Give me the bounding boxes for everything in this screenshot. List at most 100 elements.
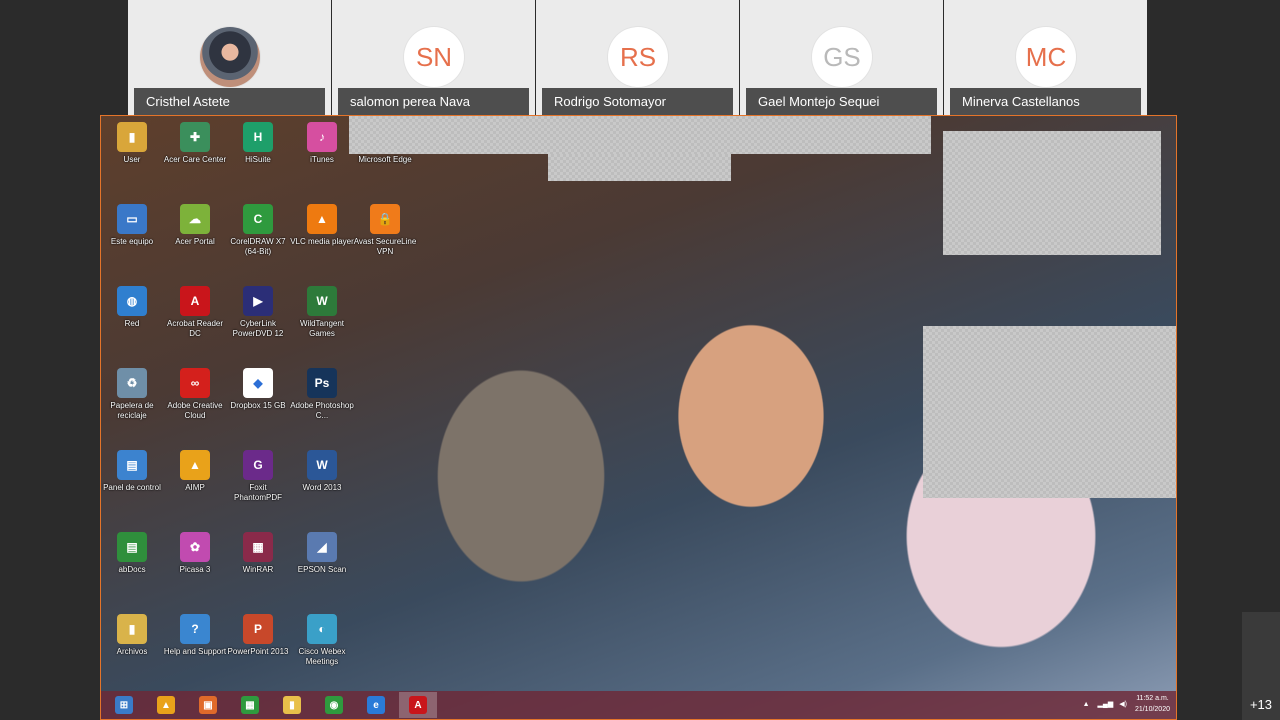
photoshop-icon: Ps xyxy=(307,368,337,398)
taskbar-explorer-button[interactable]: ▮ xyxy=(273,692,311,718)
participant-tile[interactable]: SN salomon perea Nava xyxy=(332,0,535,115)
desktop-icon[interactable]: ✚ Acer Care Center xyxy=(162,122,228,165)
dropbox-icon: ◆ xyxy=(243,368,273,398)
taskbar-media-button[interactable]: ▣ xyxy=(189,692,227,718)
taskbar-chrome-button[interactable]: ◉ xyxy=(315,692,353,718)
powerpoint-icon: P xyxy=(243,614,273,644)
participant-tile[interactable]: MC Minerva Castellanos xyxy=(944,0,1147,115)
desktop-icon-label: Panel de control xyxy=(103,483,161,492)
desktop-icon[interactable]: W Word 2013 xyxy=(289,450,355,493)
desktop-icon[interactable]: ▤ Panel de control xyxy=(101,450,165,493)
taskbar-start-button[interactable]: ⊞ xyxy=(105,692,143,718)
desktop-icon-label: abDocs xyxy=(118,565,146,574)
acrobat-icon: A xyxy=(409,696,427,714)
redacted-region xyxy=(349,116,931,154)
desktop-icon[interactable]: W WildTangent Games xyxy=(289,286,355,339)
desktop-icon[interactable]: ◢ EPSON Scan xyxy=(289,532,355,575)
recycle-bin-icon: ♻ xyxy=(117,368,147,398)
network-icon[interactable]: ▂▄▆ xyxy=(1098,700,1114,708)
desktop-icon-label: iTunes xyxy=(310,155,334,164)
taskbar-apps: ⊞ ▲ ▣ ▦ ▮ ◉ e A xyxy=(105,692,441,718)
desktop-icon[interactable]: ▤ abDocs xyxy=(101,532,165,575)
desktop-icon-label: Help and Support xyxy=(163,647,227,656)
itunes-icon: ♪ xyxy=(307,122,337,152)
participant-tile[interactable]: Cristhel Astete xyxy=(128,0,331,115)
desktop-icon[interactable]: ∞ Adobe Creative Cloud xyxy=(162,368,228,421)
chevron-up-icon[interactable]: ▲ xyxy=(1083,701,1090,708)
clock-time: 11:52 a.m. xyxy=(1136,695,1169,702)
desktop-icon-label: VLC media player xyxy=(290,237,354,246)
acer-care-icon: ✚ xyxy=(180,122,210,152)
system-tray: ▲ ▂▄▆ ◀) 11:52 a.m. 21/10/2020 xyxy=(1083,693,1170,715)
desktop-icon-label: CorelDRAW X7 (64-Bit) xyxy=(230,237,286,256)
hisuite-icon: H xyxy=(243,122,273,152)
desktop-icon[interactable]: ▲ VLC media player xyxy=(289,204,355,247)
desktop-icon[interactable]: ▮ User xyxy=(101,122,165,165)
desktop-icon[interactable]: ▦ WinRAR xyxy=(225,532,291,575)
desktop-icon[interactable]: C CorelDRAW X7 (64-Bit) xyxy=(225,204,291,257)
desktop-icon-label: Word 2013 xyxy=(302,483,342,492)
desktop-icon-label: HiSuite xyxy=(245,155,271,164)
participant-tile[interactable]: RS Rodrigo Sotomayor xyxy=(536,0,739,115)
taskbar-acrobat-button[interactable]: A xyxy=(399,692,437,718)
taskbar-store-button[interactable]: ▦ xyxy=(231,692,269,718)
desktop-icon[interactable]: ▶ CyberLink PowerDVD 12 xyxy=(225,286,291,339)
desktop-icon-label: Este equipo xyxy=(110,237,154,246)
computer-icon: ▭ xyxy=(117,204,147,234)
more-participants-button[interactable]: +13 xyxy=(1242,612,1280,720)
vlc-icon: ▲ xyxy=(307,204,337,234)
desktop-icon-label: CyberLink PowerDVD 12 xyxy=(232,319,284,338)
desktop-icon[interactable]: ▲ AIMP xyxy=(162,450,228,493)
acrobat-icon: A xyxy=(180,286,210,316)
desktop-icon-label: Avast SecureLine VPN xyxy=(353,237,417,256)
desktop-icon[interactable]: A Acrobat Reader DC xyxy=(162,286,228,339)
desktop-icon[interactable]: 🔒 Avast SecureLine VPN xyxy=(352,204,418,257)
desktop-icon[interactable]: ◐ Cisco Webex Meetings xyxy=(289,614,355,667)
desktop-icon-label: Foxit PhantomPDF xyxy=(233,483,283,502)
aimp-icon: ▲ xyxy=(157,696,175,714)
epson-scan-icon: ◢ xyxy=(307,532,337,562)
desktop-icon[interactable]: ▮ Archivos xyxy=(101,614,165,657)
redacted-region xyxy=(548,154,731,181)
winrar-icon: ▦ xyxy=(243,532,273,562)
desktop-icon[interactable]: H HiSuite xyxy=(225,122,291,165)
avatar: MC xyxy=(1016,27,1076,87)
desktop-icon[interactable]: ▭ Este equipo xyxy=(101,204,165,247)
desktop-icon[interactable]: ♻ Papelera de reciclaje xyxy=(101,368,165,421)
desktop-icon[interactable]: G Foxit PhantomPDF xyxy=(225,450,291,503)
wildtangent-icon: W xyxy=(307,286,337,316)
acer-portal-icon: ☁ xyxy=(180,204,210,234)
desktop-icon-label: PowerPoint 2013 xyxy=(227,647,289,656)
help-icon: ? xyxy=(180,614,210,644)
participant-name: Minerva Castellanos xyxy=(950,88,1141,115)
desktop-icon[interactable]: ♪ iTunes xyxy=(289,122,355,165)
participant-name: Gael Montejo Sequei xyxy=(746,88,937,115)
desktop-icon-label: Acrobat Reader DC xyxy=(166,319,224,338)
desktop-icon-label: Adobe Photoshop C... xyxy=(290,401,354,420)
desktop-icon-label: Archivos xyxy=(116,647,148,656)
clock[interactable]: 11:52 a.m. 21/10/2020 xyxy=(1135,693,1170,715)
desktop-icon[interactable]: ✿ Picasa 3 xyxy=(162,532,228,575)
shared-screen: ▮ User ▭ Este equipo ◍ Red ♻ Papelera de recicl… xyxy=(100,115,1177,720)
desktop-icon-label: Red xyxy=(124,319,140,328)
desktop-icon-label: Picasa 3 xyxy=(179,565,211,574)
creative-cloud-icon: ∞ xyxy=(180,368,210,398)
avatar: GS xyxy=(812,27,872,87)
desktop-icon[interactable]: ? Help and Support xyxy=(162,614,228,657)
taskbar-edge-button[interactable]: e xyxy=(357,692,395,718)
desktop-icon[interactable]: P PowerPoint 2013 xyxy=(225,614,291,657)
desktop-icon[interactable]: ☁ Acer Portal xyxy=(162,204,228,247)
desktop-icon[interactable]: ◍ Red xyxy=(101,286,165,329)
taskbar-aimp-button[interactable]: ▲ xyxy=(147,692,185,718)
volume-icon[interactable]: ◀) xyxy=(1119,700,1127,708)
desktop-icon[interactable]: ◆ Dropbox 15 GB xyxy=(225,368,291,411)
desktop-icon-label: WildTangent Games xyxy=(299,319,345,338)
edge-icon: e xyxy=(367,696,385,714)
network-icon: ◍ xyxy=(117,286,147,316)
folder-icon: ▮ xyxy=(117,122,147,152)
participant-tile[interactable]: GS Gael Montejo Sequei xyxy=(740,0,943,115)
foxit-icon: G xyxy=(243,450,273,480)
aimp-icon: ▲ xyxy=(180,450,210,480)
file-explorer-icon: ▮ xyxy=(283,696,301,714)
desktop-icon[interactable]: Ps Adobe Photoshop C... xyxy=(289,368,355,421)
